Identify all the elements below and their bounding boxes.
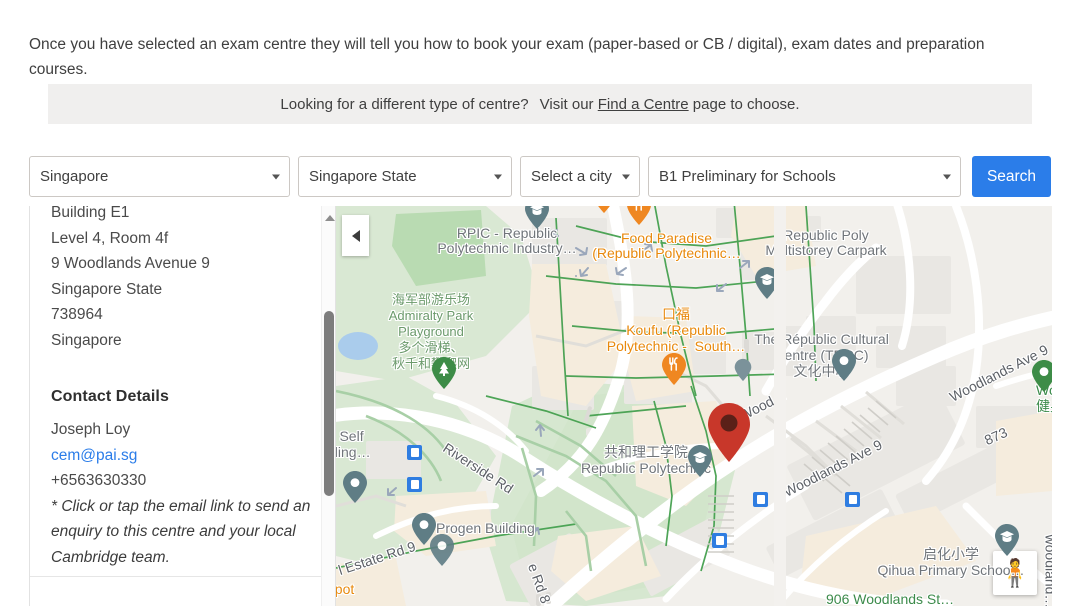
banner-text-middle: Visit our: [539, 95, 594, 113]
centre-list-panel[interactable]: Building E1 Level 4, Room 4f 9 Woodlands…: [29, 206, 336, 606]
centre-address: Building E1 Level 4, Room 4f 9 Woodlands…: [51, 206, 301, 354]
scroll-up-arrow-icon[interactable]: [325, 215, 335, 221]
address-line: Singapore State: [51, 280, 163, 298]
chevron-down-icon: [943, 174, 951, 179]
restaurant-marker-food-paradise[interactable]: [626, 206, 652, 226]
address-line: Singapore: [51, 331, 122, 349]
left-triangle-icon: [351, 229, 360, 242]
state-select-value: Singapore State: [309, 168, 417, 185]
poi-marker-small-teal[interactable]: [734, 358, 752, 382]
contact-name: Joseph Loy: [51, 421, 131, 438]
poi-marker-club-self-sailing[interactable]: [342, 470, 368, 504]
address-line: 9 Woodlands Avenue 9: [51, 255, 210, 273]
list-scrollbar-thumb[interactable]: [324, 311, 334, 496]
state-select[interactable]: Singapore State: [298, 156, 512, 197]
chevron-down-icon: [272, 174, 280, 179]
bus-stop-icon[interactable]: [845, 492, 860, 507]
restaurant-marker-koufu[interactable]: [661, 352, 687, 386]
city-select-value: Select a city: [531, 168, 612, 185]
bus-stop-icon[interactable]: [407, 445, 422, 460]
different-centre-banner: Looking for a different type of centre? …: [48, 84, 1032, 124]
section-divider: [30, 576, 326, 577]
school-marker-qihua-primary[interactable]: [994, 523, 1020, 557]
contact-phone: +6563630330: [51, 472, 147, 489]
address-line: Building E1: [51, 206, 130, 221]
results-and-map: Building E1 Level 4, Room 4f 9 Woodlands…: [29, 206, 1052, 606]
banner-text-before: Looking for a different type of centre?: [280, 95, 529, 113]
search-button[interactable]: Search: [972, 156, 1051, 197]
street-view-pegman-icon[interactable]: 🧍: [993, 551, 1037, 595]
find-a-centre-link[interactable]: Find a Centre: [598, 96, 689, 113]
address-line: 738964: [51, 306, 103, 324]
country-select[interactable]: Singapore: [29, 156, 290, 197]
address-line: Level 4, Room 4f: [51, 229, 169, 247]
bus-stop-icon[interactable]: [753, 492, 768, 507]
intro-paragraph: Once you have selected an exam centre th…: [29, 35, 985, 78]
collapse-panel-button[interactable]: [342, 215, 369, 256]
map-right-gutter: [774, 206, 786, 606]
restaurant-marker-top[interactable]: [591, 206, 617, 214]
poi-marker-lower-left[interactable]: [429, 533, 455, 567]
exam-select[interactable]: B1 Preliminary for Schools: [648, 156, 961, 197]
poi-marker-trcc[interactable]: [831, 348, 857, 382]
school-marker-republic-polytechnic[interactable]: [687, 444, 713, 478]
banner-text-after: page to choose.: [692, 95, 800, 113]
exam-select-value: B1 Preliminary for Schools: [659, 168, 836, 185]
find-a-centre-page: Once you have selected an exam centre th…: [0, 0, 1080, 606]
poi-marker-anytime-fitness[interactable]: [1031, 359, 1052, 393]
chevron-down-icon: [622, 174, 630, 179]
park-marker-admiralty[interactable]: [431, 356, 457, 390]
bus-stop-icon[interactable]: [712, 533, 727, 548]
centre-search-form: Singapore Singapore State Select a city …: [29, 156, 1051, 197]
city-select[interactable]: Select a city: [520, 156, 640, 197]
school-marker-rpic[interactable]: [524, 206, 550, 230]
contact-email-link[interactable]: cem@pai.sg: [51, 443, 313, 469]
country-select-value: Singapore: [40, 168, 109, 185]
chevron-down-icon: [494, 174, 502, 179]
contact-note: * Click or tap the email link to send an…: [51, 497, 311, 566]
google-map[interactable]: 🧍 RPIC - Republic Polytechnic Industry… …: [336, 206, 1052, 606]
contact-details-section: Contact Details Joseph Loy cem@pai.sg +6…: [51, 388, 313, 570]
bus-stop-icon[interactable]: [407, 477, 422, 492]
contact-details-heading: Contact Details: [51, 388, 169, 405]
